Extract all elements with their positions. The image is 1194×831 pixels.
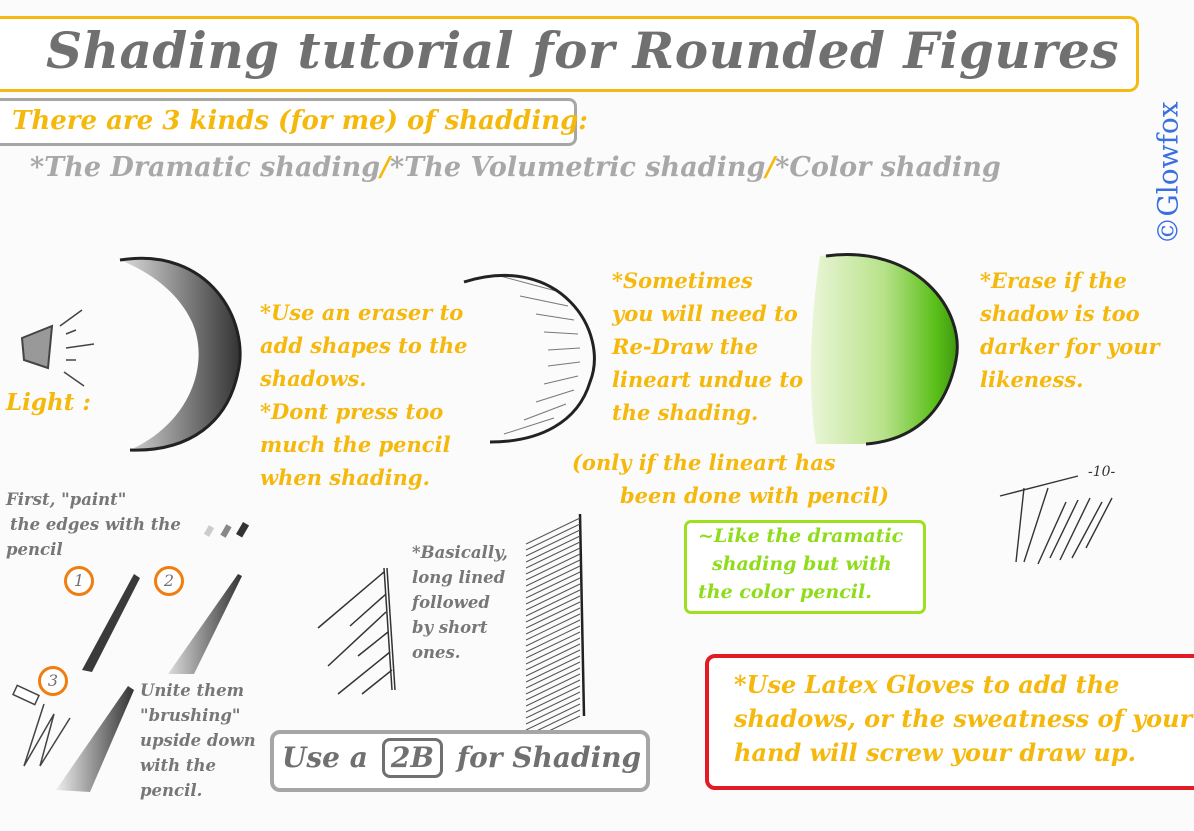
step-first-note: First, "paint" the edges with the pencil <box>6 487 181 562</box>
note-line: Unite them <box>140 681 245 700</box>
note-line: the edges with the <box>10 515 181 534</box>
note-line: First, "paint" <box>6 490 127 509</box>
separator: / <box>380 152 391 183</box>
note-line: ~Like the dramatic <box>698 525 904 547</box>
tip-line: shadows, or the sweatness of your <box>734 704 1193 733</box>
watermark: ©Glowfox <box>1148 88 1188 258</box>
erase-note: *Erase if the shadow is too darker for y… <box>980 264 1160 396</box>
step-3-brush-drawing <box>12 684 134 792</box>
note-line: *Erase if the <box>980 268 1127 293</box>
page-title: Shading tutorial for Rounded Figures <box>46 21 1120 80</box>
note-line: much the pencil <box>260 432 451 457</box>
step-2-stroke-drawing <box>168 521 250 674</box>
pencil-grade-badge: 2B <box>381 738 444 778</box>
tip-line: hand will screw your draw up. <box>734 738 1136 767</box>
note-line: darker for your <box>980 334 1160 359</box>
note-line: with the <box>140 756 216 775</box>
latex-gloves-tip: *Use Latex Gloves to add the shadows, or… <box>734 668 1192 770</box>
step-unite-note: Unite them "brushing" upside down with t… <box>140 678 256 803</box>
light-source-icon <box>20 309 95 387</box>
note-line: Re-Draw the <box>612 334 759 359</box>
eraser-note: *Use an eraser to add shapes to the shad… <box>260 296 468 494</box>
note-line: upside down <box>140 731 256 750</box>
note-line: by short <box>412 618 488 637</box>
light-label: Light : <box>6 389 91 416</box>
dramatic-shading-drawing <box>119 256 242 452</box>
pencil-caveat: (only if the lineart has been done with … <box>572 446 889 512</box>
note-line: *Use an eraser to <box>260 300 464 325</box>
note-line: long lined <box>412 568 506 587</box>
hatching-example-dense <box>525 513 586 743</box>
note-line: shading but with <box>712 553 892 575</box>
type-color: *Color shading <box>775 152 1001 183</box>
note-line: the shading. <box>612 400 759 425</box>
note-line: "brushing" <box>140 706 241 725</box>
note-line: when shading. <box>260 465 430 490</box>
note-line: ones. <box>412 643 461 662</box>
note-line: pencil <box>6 540 63 559</box>
color-shading-drawing <box>810 253 959 446</box>
pencil-prefix: Use a <box>282 741 368 774</box>
note-line: *Sometimes <box>612 268 753 293</box>
type-volumetric: *The Volumetric shading <box>390 152 766 183</box>
note-line: been done with pencil) <box>620 483 889 508</box>
pencil-suffix: for Shading <box>457 741 642 774</box>
note-line: *Dont press too <box>260 399 444 424</box>
artist-signature: -10- <box>999 464 1116 565</box>
redraw-note: *Sometimes you will need to Re-Draw the … <box>612 264 803 429</box>
note-line: shadow is too <box>980 301 1140 326</box>
note-line: pencil. <box>140 781 203 800</box>
note-line: *Basically, <box>412 543 508 562</box>
shading-types: *The Dramatic shading/*The Volumetric sh… <box>30 150 1001 186</box>
hatching-example-short <box>317 567 396 695</box>
pencil-grade-note: Use a 2B for Shading <box>282 734 641 782</box>
note-line: you will need to <box>612 301 798 326</box>
note-line: the color pencil. <box>698 581 872 603</box>
hatching-note: *Basically, long lined followed by short… <box>412 540 508 665</box>
color-pencil-note: ~Like the dramatic shading but with the … <box>698 522 903 606</box>
watermark-text: ©Glowfox <box>1151 101 1185 245</box>
signature-mark: -10- <box>1088 464 1116 480</box>
volumetric-shading-drawing <box>463 274 596 444</box>
note-line: lineart undue to <box>612 367 804 392</box>
note-line: add shapes to the <box>260 333 468 358</box>
separator: / <box>765 152 776 183</box>
note-line: followed <box>412 593 490 612</box>
kinds-heading: There are 3 kinds (for me) of shadding: <box>12 106 588 136</box>
step-1-stroke-drawing <box>82 574 140 672</box>
tip-line: *Use Latex Gloves to add the <box>734 670 1120 699</box>
note-line: (only if the lineart has <box>572 450 836 475</box>
type-dramatic: *The Dramatic shading <box>30 152 381 183</box>
note-line: shadows. <box>260 366 367 391</box>
note-line: likeness. <box>980 367 1084 392</box>
